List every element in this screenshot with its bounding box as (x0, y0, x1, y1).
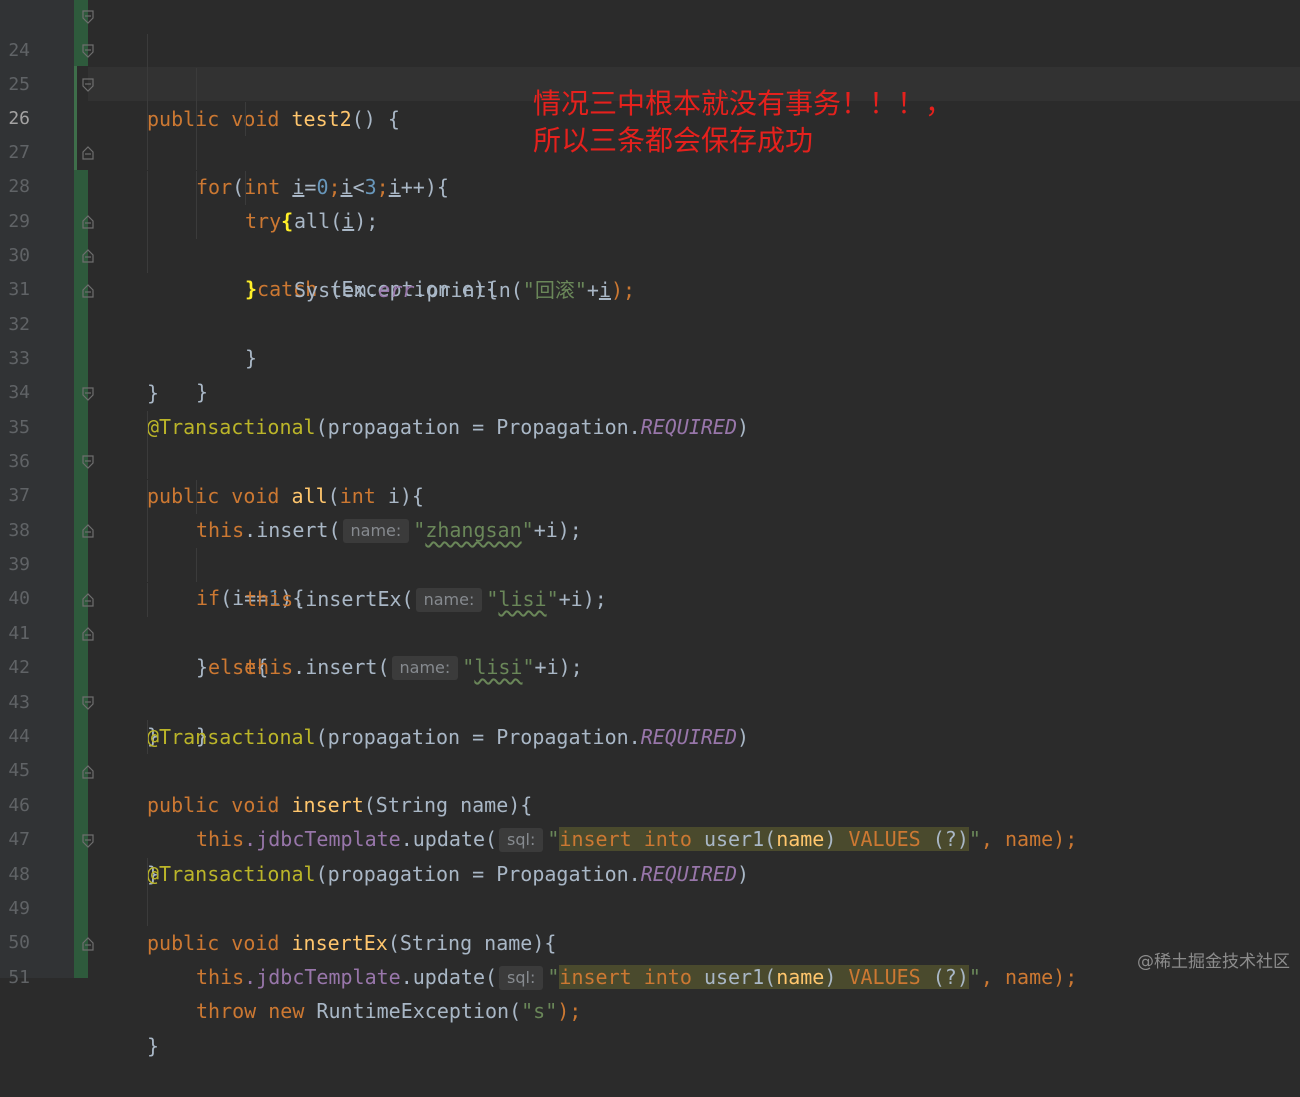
code-line[interactable]: 35 public void all(int i){ (0, 377, 1300, 508)
fold-close-icon[interactable] (82, 284, 94, 298)
line-number: 51 (8, 967, 30, 988)
code-line[interactable]: 40 this.insert(name: "lisi"+i); (0, 548, 1300, 680)
watermark: @稀土掘金技术社区 (1137, 952, 1290, 972)
fold-open-icon[interactable] (82, 455, 94, 469)
code-line[interactable]: 41 } (0, 583, 1300, 748)
code-text: throw new RuntimeException("s"); (196, 999, 582, 1023)
parameter-hint: sql: (499, 966, 544, 990)
code-line[interactable]: 34 @Transactional(propagation = Propagat… (0, 342, 1300, 439)
code-line[interactable]: 30 } (0, 205, 1300, 370)
fold-close-icon[interactable] (82, 249, 94, 263)
code-text: } (147, 1034, 160, 1058)
code-line[interactable]: 42 } (0, 617, 1300, 748)
fold-close-icon[interactable] (82, 937, 94, 951)
code-line[interactable]: 38 this.insertEx(name: "lisi"+i); (0, 480, 1300, 612)
fold-close-icon[interactable] (82, 146, 94, 160)
code-text: this.jdbcTemplate.update(sql: "insert int… (196, 965, 1078, 990)
fold-close-icon[interactable] (82, 524, 94, 538)
annotation-note-line-1: 情况三中根本就没有事务！！！， (533, 87, 954, 120)
fold-close-icon[interactable] (82, 593, 94, 607)
code-line[interactable]: 39 }else{ (0, 514, 1300, 679)
fold-close-icon[interactable] (82, 627, 94, 641)
code-line[interactable]: 43 @Transactional(propagation = Propagat… (0, 652, 1300, 749)
code-line[interactable]: 50 throw new RuntimeException("s"); (0, 892, 1300, 1023)
fold-open-icon[interactable] (82, 696, 94, 710)
code-line[interactable]: 29 System.err.println("回滚"+i); (0, 171, 1300, 302)
fold-close-icon[interactable] (82, 765, 94, 779)
code-line[interactable]: 48 public void insertEx(String name){ (0, 824, 1300, 955)
fold-open-icon[interactable] (82, 387, 94, 401)
fold-open-icon[interactable] (82, 10, 94, 24)
code-line[interactable]: 25 for(int i=0;i<3;i++){ (0, 34, 1300, 199)
fold-open-icon[interactable] (82, 78, 94, 92)
code-line[interactable]: 47 @Transactional(propagation = Propagat… (0, 789, 1300, 886)
sql-injection-highlight: insert into user1(name) VALUES (?) (559, 965, 969, 989)
code-line[interactable]: 24 public void test2() { (0, 0, 1300, 131)
code-line[interactable]: 49 this.jdbcTemplate.update(sql: "insert … (0, 858, 1300, 990)
fold-open-icon[interactable] (82, 834, 94, 848)
code-line[interactable]: 32 } (0, 274, 1300, 405)
code-line[interactable]: 36 this.insert(name: "zhangsan"+i); (0, 411, 1300, 543)
code-line[interactable]: 44 public void insert(String name){ (0, 686, 1300, 817)
fold-open-icon[interactable] (82, 44, 94, 58)
code-line[interactable]: 45 this.jdbcTemplate.update(sql: "insert … (0, 720, 1300, 852)
code-line[interactable]: 46 } (0, 755, 1300, 886)
code-line[interactable]: 33 (0, 308, 1300, 369)
code-line[interactable]: 51 } (0, 927, 1300, 1058)
fold-close-icon[interactable] (82, 215, 94, 229)
annotation-note-line-2: 所以三条都会保存成功 (533, 124, 814, 157)
code-editor[interactable]: 24 public void test2() { 25 for(int i=0;… (0, 0, 1300, 1058)
code-line[interactable]: 37 if(i==1){ (0, 445, 1300, 610)
code-line[interactable]: 31 } (0, 239, 1300, 404)
